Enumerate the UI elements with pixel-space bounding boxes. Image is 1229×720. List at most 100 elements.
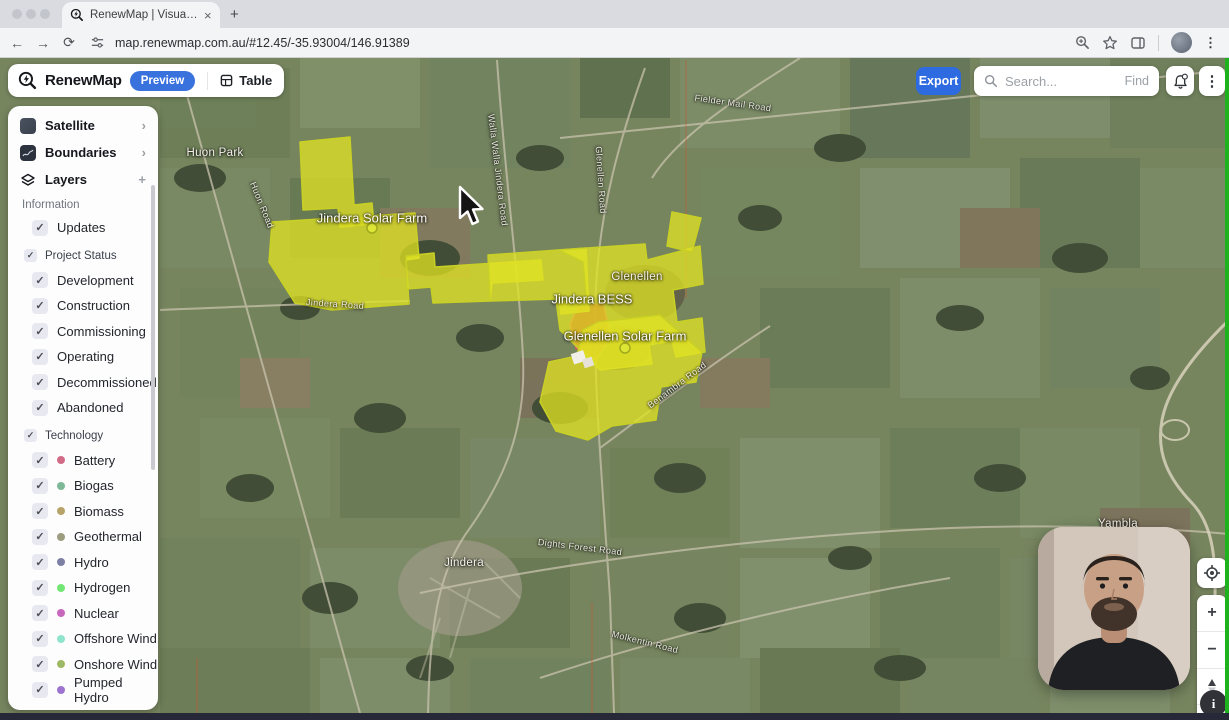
side-panel-icon[interactable] (1130, 35, 1146, 51)
forward-icon[interactable]: → (30, 35, 56, 51)
green-edge-strip (1225, 58, 1229, 714)
page-zoom-icon[interactable] (1075, 35, 1090, 50)
browser-tab[interactable]: RenewMap | Visualising Aust × (62, 2, 220, 28)
tech-label: Battery (74, 453, 115, 468)
sidebar-item-satellite[interactable]: Satellite › (8, 112, 158, 139)
checkbox-checked[interactable]: ✓ (32, 554, 48, 570)
checkbox-checked[interactable]: ✓ (32, 400, 48, 416)
status-label: Abandoned (57, 400, 124, 415)
add-layer-icon[interactable]: + (138, 172, 146, 187)
browser-menu-icon[interactable]: ⋮ (1204, 35, 1217, 51)
table-button[interactable]: Table (220, 73, 272, 88)
window-close-button[interactable] (12, 9, 22, 19)
geothermal-color-dot (57, 533, 65, 541)
chevron-right-icon: › (142, 145, 146, 160)
reload-icon[interactable]: ⟳ (56, 34, 82, 51)
tech-row-battery[interactable]: ✓ Battery (8, 448, 158, 474)
tech-row-onshore-wind[interactable]: ✓ Onshore Wind (8, 652, 158, 678)
tech-row-hydrogen[interactable]: ✓ Hydrogen (8, 575, 158, 601)
tech-label: Pumped Hydro (74, 675, 158, 705)
updates-label: Updates (57, 220, 105, 235)
checkbox-checked[interactable]: ✓ (32, 580, 48, 596)
zoom-out-button[interactable]: − (1197, 632, 1227, 669)
tech-row-biogas[interactable]: ✓ Biogas (8, 473, 158, 499)
url-field[interactable]: map.renewmap.com.au/#12.45/-35.93004/146… (115, 36, 410, 50)
search-input[interactable] (1005, 74, 1118, 89)
sidebar-scrollbar[interactable] (151, 185, 155, 470)
zoom-in-button[interactable]: + (1197, 595, 1227, 632)
status-label: Decommissioned (57, 375, 157, 390)
notifications-button[interactable] (1166, 66, 1194, 96)
biogas-color-dot (57, 482, 65, 490)
tech-row-offshore-wind[interactable]: ✓ Offshore Wind (8, 626, 158, 652)
search-bar[interactable]: Find (974, 66, 1159, 96)
checkbox-checked[interactable]: ✓ (32, 478, 48, 494)
status-row-construction[interactable]: ✓ Construction (8, 293, 158, 319)
checkbox-checked[interactable]: ✓ (32, 631, 48, 647)
tab-close-icon[interactable]: × (204, 9, 212, 22)
tech-row-geothermal[interactable]: ✓ Geothermal (8, 524, 158, 550)
status-row-development[interactable]: ✓ Development (8, 268, 158, 294)
status-row-operating[interactable]: ✓ Operating (8, 344, 158, 370)
checkbox-checked[interactable]: ✓ (24, 249, 37, 262)
back-icon[interactable]: ← (4, 35, 30, 51)
tech-row-pumped-hydro[interactable]: ✓ Pumped Hydro (8, 677, 158, 703)
browser-tabstrip: RenewMap | Visualising Aust × + (0, 0, 1229, 28)
biomass-color-dot (57, 507, 65, 515)
bookmark-star-icon[interactable] (1102, 35, 1118, 51)
tech-label: Biogas (74, 478, 114, 493)
site-info-icon[interactable] (90, 35, 105, 50)
tech-label: Nuclear (74, 606, 119, 621)
tech-label: Geothermal (74, 529, 142, 544)
technology-label: Technology (45, 430, 103, 442)
tech-row-biomass[interactable]: ✓ Biomass (8, 499, 158, 525)
status-label: Commissioning (57, 324, 146, 339)
sidebar-item-layers[interactable]: Layers + (8, 166, 158, 193)
checkbox-checked[interactable]: ✓ (32, 374, 48, 390)
status-row-decommissioned[interactable]: ✓ Decommissioned (8, 370, 158, 396)
window-zoom-button[interactable] (40, 9, 50, 19)
geolocate-button[interactable] (1197, 558, 1227, 588)
sidebar-item-boundaries[interactable]: Boundaries › (8, 139, 158, 166)
section-row-project-status[interactable]: ✓ Project Status (8, 244, 158, 268)
checkbox-checked[interactable]: ✓ (32, 349, 48, 365)
status-row-commissioning[interactable]: ✓ Commissioning (8, 319, 158, 345)
onshore-wind-color-dot (57, 660, 65, 668)
layer-row-updates[interactable]: ✓ Updates (8, 215, 158, 241)
app-menu-button[interactable]: ⋮ (1199, 66, 1225, 96)
window-minimize-button[interactable] (26, 9, 36, 19)
checkbox-checked[interactable]: ✓ (32, 529, 48, 545)
tech-row-hydro[interactable]: ✓ Hydro (8, 550, 158, 576)
renewmap-logo-icon (18, 71, 37, 90)
offshore-wind-color-dot (57, 635, 65, 643)
profile-avatar[interactable] (1171, 32, 1192, 53)
status-row-abandoned[interactable]: ✓ Abandoned (8, 395, 158, 421)
find-shortcut-label: Find (1125, 74, 1149, 88)
checkbox-checked[interactable]: ✓ (32, 323, 48, 339)
project-status-label: Project Status (45, 250, 117, 262)
boundaries-thumbnail-icon (20, 145, 36, 161)
checkbox-checked[interactable]: ✓ (32, 656, 48, 672)
checkbox-checked[interactable]: ✓ (24, 429, 37, 442)
status-label: Development (57, 273, 134, 288)
new-tab-button[interactable]: + (230, 6, 239, 23)
tech-row-nuclear[interactable]: ✓ Nuclear (8, 601, 158, 627)
renewmap-favicon (70, 8, 84, 22)
checkbox-checked[interactable]: ✓ (32, 452, 48, 468)
tech-label: Offshore Wind (74, 631, 157, 646)
checkbox-checked[interactable]: ✓ (32, 272, 48, 288)
checkbox-checked[interactable]: ✓ (32, 298, 48, 314)
checkbox-checked[interactable]: ✓ (32, 682, 48, 698)
app-header-pill: RenewMap Preview Table (8, 64, 284, 97)
checkbox-checked[interactable]: ✓ (32, 220, 48, 236)
export-button[interactable]: Export (916, 67, 961, 95)
tech-label: Hydro (74, 555, 109, 570)
checkbox-checked[interactable]: ✓ (32, 503, 48, 519)
hydrogen-color-dot (57, 584, 65, 592)
satellite-label: Satellite (45, 118, 133, 133)
search-icon (984, 74, 998, 88)
presenter-video (1038, 527, 1190, 690)
section-row-technology[interactable]: ✓ Technology (8, 424, 158, 448)
boundaries-label: Boundaries (45, 145, 133, 160)
checkbox-checked[interactable]: ✓ (32, 605, 48, 621)
